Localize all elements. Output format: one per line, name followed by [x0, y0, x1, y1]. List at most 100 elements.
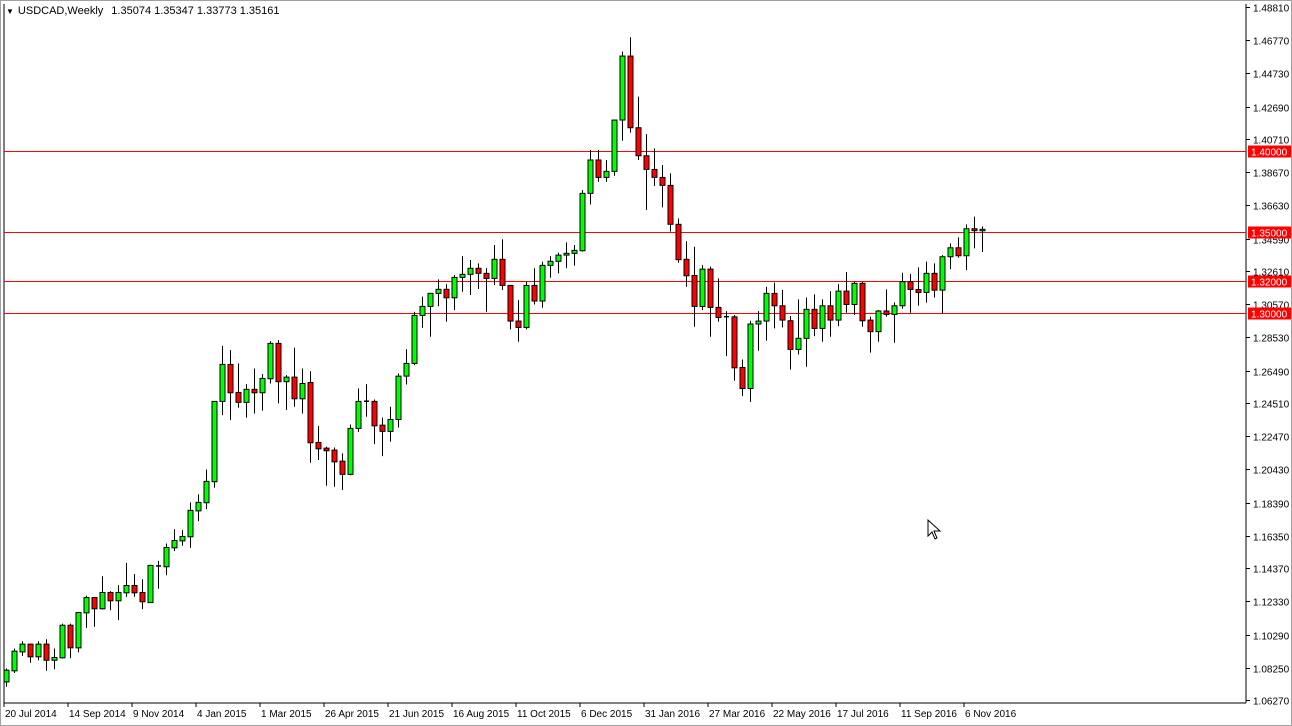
candle-bullish[interactable]	[428, 293, 433, 306]
candle-bearish[interactable]	[636, 128, 641, 156]
candle-bullish[interactable]	[820, 306, 825, 329]
candle-bearish[interactable]	[228, 364, 233, 392]
candle-bearish[interactable]	[316, 442, 321, 448]
candle-bearish[interactable]	[292, 377, 297, 399]
candle-bullish[interactable]	[604, 171, 609, 177]
candle-bullish[interactable]	[764, 293, 769, 321]
candle-bullish[interactable]	[436, 289, 441, 293]
candle-bullish[interactable]	[900, 282, 905, 306]
candle-bullish[interactable]	[396, 376, 401, 419]
candle-bearish[interactable]	[332, 450, 337, 462]
candle-bearish[interactable]	[476, 268, 481, 273]
candle-bullish[interactable]	[492, 259, 497, 278]
candle-bearish[interactable]	[732, 317, 737, 368]
candle-bullish[interactable]	[700, 269, 705, 306]
candle-bearish[interactable]	[932, 273, 937, 290]
candle-bearish[interactable]	[716, 307, 721, 317]
candle-bullish[interactable]	[572, 250, 577, 253]
candle-bullish[interactable]	[804, 309, 809, 338]
candle-bearish[interactable]	[44, 644, 49, 660]
candle-bearish[interactable]	[972, 229, 977, 231]
candle-bullish[interactable]	[452, 277, 457, 297]
candle-bullish[interactable]	[924, 273, 929, 292]
candle-bullish[interactable]	[404, 363, 409, 376]
candle-bearish[interactable]	[516, 321, 521, 327]
candle-bullish[interactable]	[268, 343, 273, 378]
candle-bearish[interactable]	[372, 401, 377, 425]
candle-bullish[interactable]	[556, 255, 561, 261]
candle-bullish[interactable]	[244, 389, 249, 402]
candle-bullish[interactable]	[164, 548, 169, 567]
candle-bullish[interactable]	[124, 585, 129, 592]
candle-bullish[interactable]	[188, 510, 193, 536]
candle-bearish[interactable]	[692, 275, 697, 306]
candle-bearish[interactable]	[668, 185, 673, 224]
candle-bullish[interactable]	[196, 502, 201, 510]
candle-bullish[interactable]	[756, 321, 761, 324]
candle-bullish[interactable]	[388, 419, 393, 431]
candle-bearish[interactable]	[236, 392, 241, 402]
candle-bullish[interactable]	[412, 315, 417, 363]
candle-bullish[interactable]	[300, 383, 305, 398]
candle-bearish[interactable]	[532, 285, 537, 301]
candle-bearish[interactable]	[308, 382, 313, 442]
candle-bearish[interactable]	[508, 285, 513, 321]
candle-bullish[interactable]	[284, 377, 289, 382]
candle-bearish[interactable]	[652, 169, 657, 177]
candle-bullish[interactable]	[20, 644, 25, 652]
candle-bearish[interactable]	[92, 598, 97, 609]
candle-bearish[interactable]	[868, 320, 873, 332]
candle-bearish[interactable]	[444, 289, 449, 297]
candle-bearish[interactable]	[676, 224, 681, 259]
candle-bullish[interactable]	[580, 193, 585, 250]
candle-bearish[interactable]	[644, 156, 649, 170]
candle-bearish[interactable]	[860, 283, 865, 320]
candle-bearish[interactable]	[772, 293, 777, 305]
candle-bearish[interactable]	[596, 160, 601, 177]
candle-bullish[interactable]	[620, 56, 625, 120]
candle-bearish[interactable]	[684, 259, 689, 275]
candle-bearish[interactable]	[324, 448, 329, 451]
candle-bullish[interactable]	[116, 592, 121, 600]
candle-bearish[interactable]	[908, 282, 913, 290]
candle-bullish[interactable]	[148, 565, 153, 602]
candle-bullish[interactable]	[60, 625, 65, 658]
candle-bullish[interactable]	[964, 229, 969, 256]
candle-bullish[interactable]	[588, 160, 593, 193]
candle-bullish[interactable]	[836, 291, 841, 320]
candle-bullish[interactable]	[212, 401, 217, 481]
candle-bearish[interactable]	[660, 177, 665, 185]
candle-bearish[interactable]	[108, 592, 113, 600]
candle-bearish[interactable]	[484, 273, 489, 278]
candle-bullish[interactable]	[852, 283, 857, 304]
candle-bearish[interactable]	[276, 343, 281, 381]
candle-bullish[interactable]	[980, 229, 985, 230]
candle-bullish[interactable]	[892, 306, 897, 315]
candle-bearish[interactable]	[132, 585, 137, 592]
candle-bullish[interactable]	[748, 324, 753, 389]
candle-bullish[interactable]	[548, 261, 553, 265]
candle-bullish[interactable]	[564, 253, 569, 255]
candle-bearish[interactable]	[28, 644, 33, 657]
candle-bullish[interactable]	[84, 598, 89, 613]
candle-bearish[interactable]	[780, 306, 785, 320]
candle-bullish[interactable]	[460, 274, 465, 277]
candle-bearish[interactable]	[956, 248, 961, 256]
candle-bullish[interactable]	[940, 257, 945, 290]
candlestick-chart[interactable]: 1.488101.467701.447301.426901.407101.386…	[0, 0, 1292, 726]
candle-bullish[interactable]	[52, 657, 57, 660]
candle-bullish[interactable]	[796, 338, 801, 349]
candle-bullish[interactable]	[260, 378, 265, 392]
candle-bearish[interactable]	[916, 289, 921, 292]
candle-bullish[interactable]	[180, 536, 185, 540]
candle-bearish[interactable]	[788, 321, 793, 350]
candle-bearish[interactable]	[884, 311, 889, 314]
candle-bullish[interactable]	[876, 311, 881, 332]
candle-bullish[interactable]	[348, 428, 353, 474]
candle-bullish[interactable]	[12, 651, 17, 671]
candle-bullish[interactable]	[540, 265, 545, 301]
candle-bullish[interactable]	[612, 120, 617, 171]
triangle-down-icon[interactable]: ▼	[6, 7, 14, 16]
candle-bullish[interactable]	[356, 401, 361, 428]
candle-bearish[interactable]	[844, 291, 849, 304]
